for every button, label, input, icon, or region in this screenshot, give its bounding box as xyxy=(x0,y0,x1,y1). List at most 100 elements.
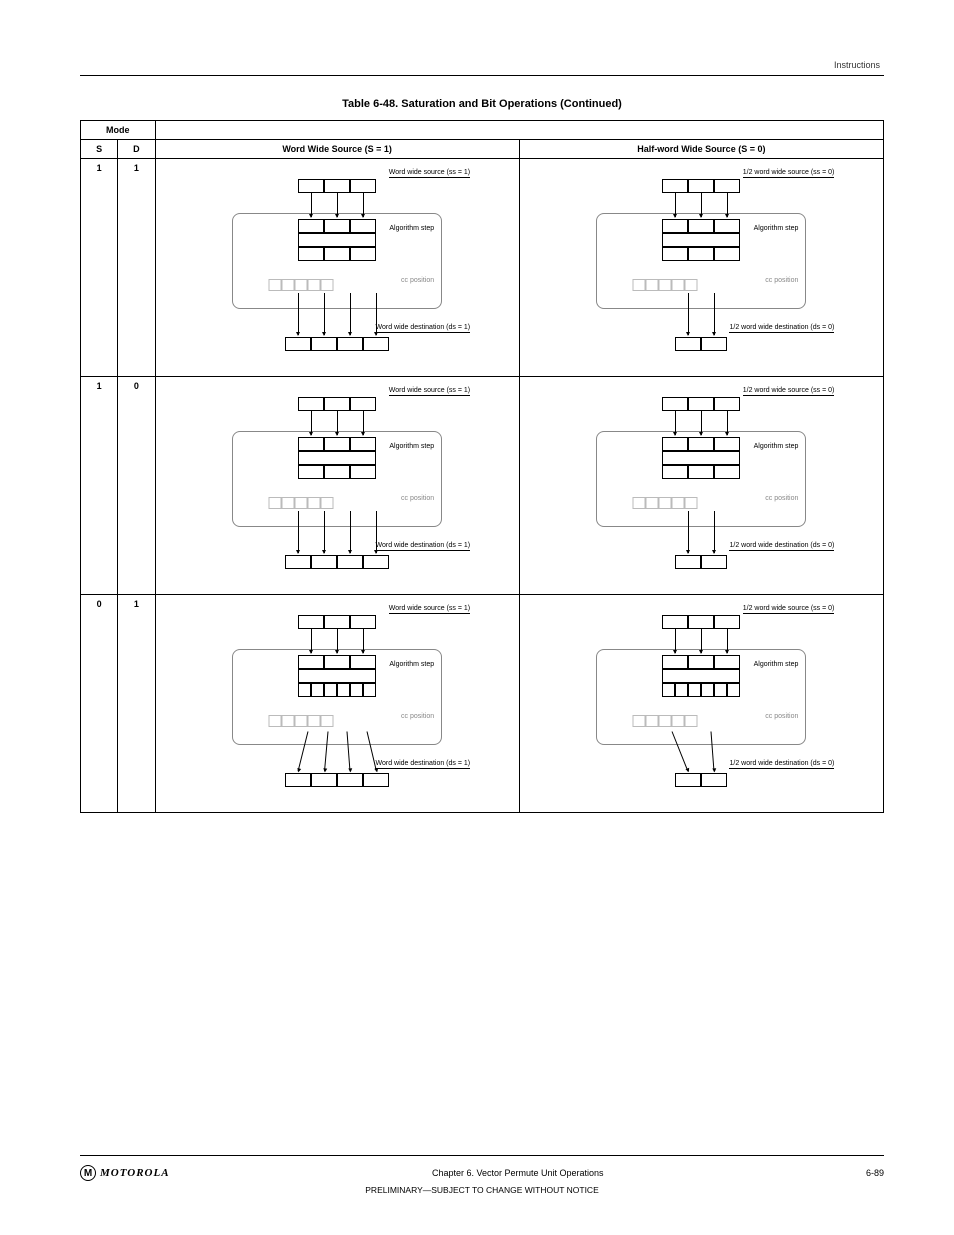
diagram-box xyxy=(714,615,740,629)
diagram-box xyxy=(662,669,740,683)
diagram-box xyxy=(282,715,295,727)
mode-d: 1 xyxy=(118,595,155,813)
diagram-box xyxy=(308,497,321,509)
diagram: Word wide source (ss = 1)Algorithm stepc… xyxy=(202,387,472,577)
dest-label: 1/2 word wide destination (ds = 0) xyxy=(729,760,834,769)
motorola-logo: M MOTOROLA xyxy=(80,1165,170,1181)
diagram-box xyxy=(662,615,688,629)
diagram-box xyxy=(685,497,698,509)
diagram-cell-wide: Word wide source (ss = 1)Algorithm stepc… xyxy=(155,377,519,595)
table-caption: Table 6-48. Saturation and Bit Operation… xyxy=(80,98,884,110)
diagram-box xyxy=(298,219,324,233)
diagram-box xyxy=(298,465,324,479)
diagram-box xyxy=(298,655,324,669)
diagram-box xyxy=(646,715,659,727)
cc-label: cc position xyxy=(765,277,798,284)
diagram-box xyxy=(633,715,646,727)
diagram-box xyxy=(672,279,685,291)
algorithm-label: Algorithm step xyxy=(389,443,434,450)
motorola-batwing-icon: M xyxy=(80,1165,96,1181)
diagram-box xyxy=(295,497,308,509)
diagram: Word wide source (ss = 1)Algorithm stepc… xyxy=(202,605,472,795)
diagram-box xyxy=(285,337,311,351)
diagram-box xyxy=(662,655,688,669)
diagram-box xyxy=(662,465,688,479)
footer-page: 6-89 xyxy=(866,1168,884,1178)
dest-label: Word wide destination (ds = 1) xyxy=(375,760,470,769)
diagram-cell-wide: Word wide source (ss = 1)Algorithm stepc… xyxy=(155,159,519,377)
dest-label: Word wide destination (ds = 1) xyxy=(375,542,470,551)
source-label: 1/2 word wide source (ss = 0) xyxy=(743,605,835,614)
diagram-box xyxy=(308,279,321,291)
diagram-box xyxy=(363,555,389,569)
diagram-box xyxy=(269,279,282,291)
source-label: 1/2 word wide source (ss = 0) xyxy=(743,387,835,396)
diagram-box xyxy=(675,337,701,351)
diagram-box xyxy=(324,683,337,697)
diagram-box xyxy=(311,337,337,351)
diagram-box xyxy=(350,179,376,193)
cc-label: cc position xyxy=(765,495,798,502)
diagram-box xyxy=(675,773,701,787)
mode-d: 0 xyxy=(118,377,155,595)
diagram-box xyxy=(662,219,688,233)
diagram-box xyxy=(298,397,324,411)
algorithm-label: Algorithm step xyxy=(389,225,434,232)
diagram-box xyxy=(659,497,672,509)
diagram-box xyxy=(672,497,685,509)
diagram-box xyxy=(633,279,646,291)
diagram-box xyxy=(685,715,698,727)
diagram-box xyxy=(662,683,675,697)
diagram-box xyxy=(295,715,308,727)
diagram-box xyxy=(714,437,740,451)
diagram-box xyxy=(324,247,350,261)
diagram-box xyxy=(659,279,672,291)
diagram-box xyxy=(324,179,350,193)
diagram-box xyxy=(269,715,282,727)
diagram-box xyxy=(662,397,688,411)
diagram-box xyxy=(688,465,714,479)
diagram-box xyxy=(675,555,701,569)
diagram-box xyxy=(363,337,389,351)
diagram-box xyxy=(337,683,350,697)
diagram-box xyxy=(298,179,324,193)
diagram-box xyxy=(685,279,698,291)
diagram-box xyxy=(324,615,350,629)
diagram-box xyxy=(298,451,376,465)
diagram-box xyxy=(337,773,363,787)
diagram-box xyxy=(701,683,714,697)
diagram-box xyxy=(701,773,727,787)
diagram-cell-half: 1/2 word wide source (ss = 0)Algorithm s… xyxy=(519,159,883,377)
diagram-box xyxy=(350,437,376,451)
diagram-box xyxy=(727,683,740,697)
algorithm-label: Algorithm step xyxy=(754,225,799,232)
diagram-box xyxy=(363,683,376,697)
diagram-box xyxy=(688,247,714,261)
source-label: Word wide source (ss = 1) xyxy=(389,387,470,396)
dest-label: 1/2 word wide destination (ds = 0) xyxy=(729,542,834,551)
cc-label: cc position xyxy=(401,277,434,284)
diagram-box xyxy=(311,773,337,787)
diagram-box xyxy=(646,279,659,291)
diagram-box xyxy=(350,397,376,411)
cc-label: cc position xyxy=(401,713,434,720)
th-wide: Word Wide Source (S = 1) xyxy=(155,140,519,159)
diagram-box xyxy=(298,247,324,261)
diagram-box xyxy=(363,773,389,787)
diagram-cell-half: 1/2 word wide source (ss = 0)Algorithm s… xyxy=(519,377,883,595)
diagram-box xyxy=(714,219,740,233)
diagram-box xyxy=(714,247,740,261)
mode-d: 1 xyxy=(118,159,155,377)
diagram-box xyxy=(714,179,740,193)
diagram-box xyxy=(714,683,727,697)
diagram-box xyxy=(646,497,659,509)
diagram-box xyxy=(337,337,363,351)
diagram-box xyxy=(659,715,672,727)
diagram-box xyxy=(633,497,646,509)
diagram: Word wide source (ss = 1)Algorithm stepc… xyxy=(202,169,472,359)
diagram-box xyxy=(662,179,688,193)
diagram-box xyxy=(714,465,740,479)
diagram-box xyxy=(321,715,334,727)
diagram-box xyxy=(675,683,688,697)
mode-s: 1 xyxy=(81,159,118,377)
